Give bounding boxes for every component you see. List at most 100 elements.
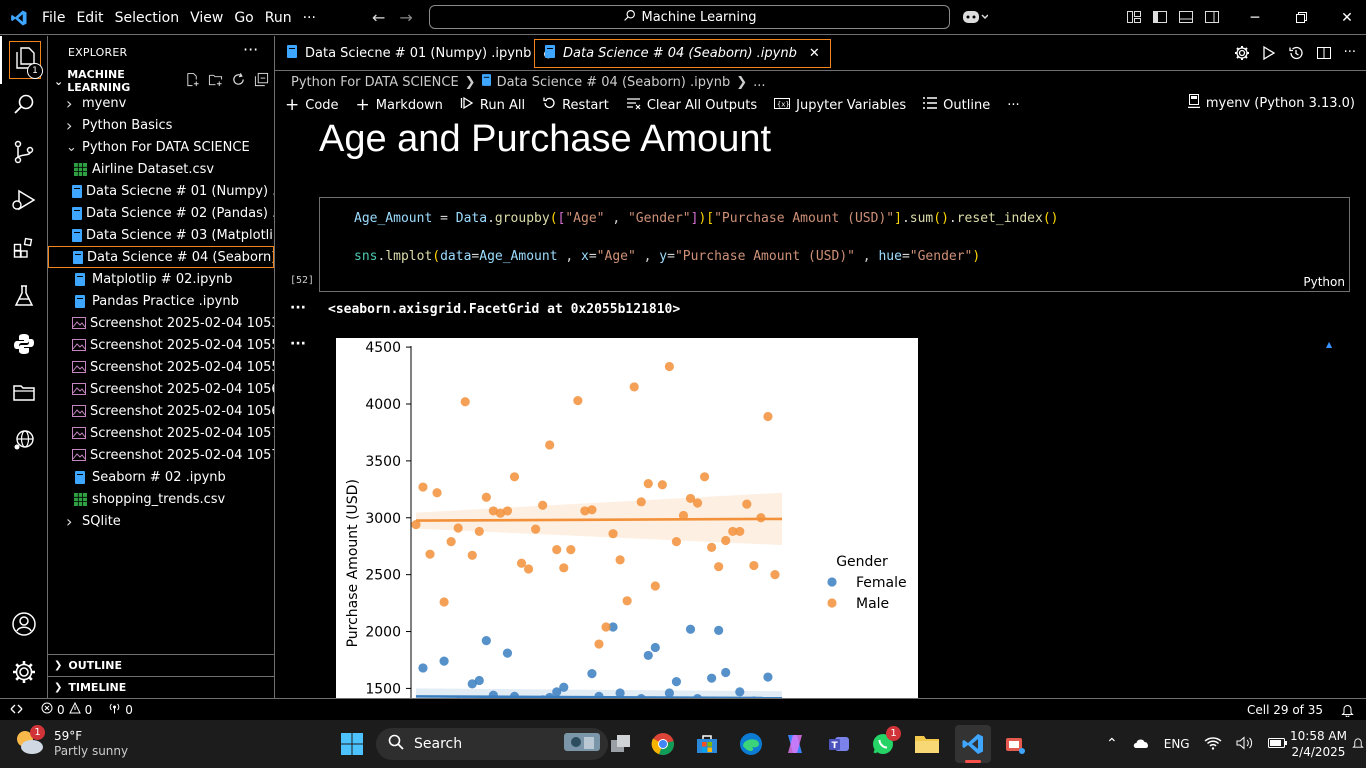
start-button[interactable] <box>336 728 368 760</box>
ports-indicator[interactable]: 0 <box>108 702 133 717</box>
output-actions-icon[interactable]: ··· <box>290 336 306 352</box>
vscode-taskbar-icon[interactable] <box>955 725 991 763</box>
back-arrow-icon[interactable]: ← <box>372 8 385 27</box>
menu-file[interactable]: File <box>42 10 76 26</box>
tree-folder[interactable]: › SQlite <box>48 510 274 532</box>
live-share-view-button[interactable] <box>0 418 48 466</box>
menu-edit[interactable]: Edit <box>76 10 114 26</box>
wifi-icon[interactable] <box>1204 736 1222 753</box>
whatsapp-icon[interactable]: 1 <box>867 726 901 760</box>
notebook-settings-gear-icon[interactable] <box>1234 45 1250 65</box>
search-view-button[interactable] <box>0 82 48 130</box>
cell-language[interactable]: Python <box>1303 275 1345 289</box>
tab-seaborn-notebook[interactable]: Data Science # 04 (Seaborn) .ipynb ✕ <box>534 39 831 68</box>
microsoft-store-icon[interactable] <box>691 728 723 760</box>
toggle-primary-sidebar-icon[interactable] <box>1152 9 1168 29</box>
forward-arrow-icon[interactable]: → <box>399 8 412 27</box>
tree-file[interactable]: Matplotlip # 02.ipynb <box>48 268 274 290</box>
edge-icon[interactable] <box>735 728 767 760</box>
restore-button[interactable] <box>1278 0 1324 35</box>
python-view-button[interactable] <box>0 322 48 370</box>
tree-file[interactable]: Screenshot 2025-02-04 10561... <box>48 378 274 400</box>
menu-selection[interactable]: Selection <box>115 10 191 26</box>
notifications-bell-icon[interactable] <box>1341 703 1354 717</box>
tree-file[interactable]: Seaborn # 02 .ipynb <box>48 466 274 488</box>
chrome-icon[interactable] <box>647 728 679 760</box>
outline-button[interactable]: Outline <box>923 97 990 113</box>
add-markdown-cell-button[interactable]: + Markdown <box>356 95 443 115</box>
weather-widget[interactable]: 1 59°F Partly sunny <box>12 725 128 761</box>
snipping-tool-icon[interactable] <box>999 728 1031 760</box>
clear-all-outputs-button[interactable]: Clear All Outputs <box>626 97 757 114</box>
file-explorer-icon[interactable] <box>911 728 943 760</box>
battery-icon[interactable] <box>1267 737 1288 752</box>
close-tab-icon[interactable]: ✕ <box>809 46 820 61</box>
run-debug-view-button[interactable] <box>0 178 48 226</box>
manage-button[interactable] <box>0 650 48 698</box>
menu-go[interactable]: Go <box>234 10 264 26</box>
customize-layout-icon[interactable] <box>1126 9 1142 29</box>
toggle-panel-icon[interactable] <box>1178 9 1194 29</box>
extensions-view-button[interactable] <box>0 226 48 274</box>
tree-file[interactable]: Data Sciecne # 01 (Numpy) .ip... <box>48 180 274 202</box>
volume-icon[interactable] <box>1236 735 1254 753</box>
jupyter-variables-button[interactable]: {x} Jupyter Variables <box>774 97 906 114</box>
command-center-search[interactable]: Machine Learning <box>429 5 950 29</box>
tree-file[interactable]: Screenshot 2025-02-04 10555... <box>48 356 274 378</box>
tree-file[interactable]: Data Science # 02 (Pandas) .ip... <box>48 202 274 224</box>
toolbar-more-button[interactable]: ··· <box>1007 98 1019 113</box>
toggle-secondary-sidebar-icon[interactable] <box>1204 9 1220 29</box>
remote-indicator-icon[interactable] <box>10 703 23 716</box>
tree-folder[interactable]: › myenv <box>48 92 274 114</box>
more-actions-icon[interactable]: ··· <box>1344 45 1356 65</box>
cell-position[interactable]: Cell 29 of 35 <box>1247 703 1323 717</box>
system-clock[interactable]: 10:58 AM 2/4/2025 <box>1290 728 1347 760</box>
output-actions-icon[interactable]: ··· <box>290 300 306 316</box>
breadcrumb-more[interactable]: ... <box>753 75 765 90</box>
menu-more[interactable]: ··· <box>303 10 327 26</box>
testing-view-button[interactable] <box>0 274 48 322</box>
outline-section-header[interactable]: ❯ OUTLINE <box>48 654 274 676</box>
minimize-button[interactable]: ─ <box>1232 0 1278 35</box>
tree-file[interactable]: Data Science # 03 (Matplotlib... <box>48 224 274 246</box>
restart-button[interactable]: Restart <box>542 96 609 114</box>
close-window-button[interactable]: ✕ <box>1324 0 1366 35</box>
source-control-view-button[interactable] <box>0 130 48 178</box>
refresh-icon[interactable] <box>231 72 246 90</box>
copilot-app-icon[interactable] <box>779 728 811 760</box>
tree-file[interactable]: Screenshot 2025-02-04 10553... <box>48 334 274 356</box>
tree-file[interactable]: Screenshot 2025-02-04 10565... <box>48 400 274 422</box>
tree-file[interactable]: Screenshot 2025-02-04 10531... <box>48 312 274 334</box>
problems-indicator[interactable]: 0 0 <box>41 701 92 717</box>
breadcrumb-file[interactable]: Data Science # 04 (Seaborn) .ipynb <box>497 75 731 90</box>
timeline-section-header[interactable]: ❯ TIMELINE <box>48 676 274 698</box>
tree-folder[interactable]: ⌄ Python For DATA SCIENCE <box>48 136 274 158</box>
explorer-view-button[interactable]: 1 <box>0 36 48 84</box>
split-editor-icon[interactable] <box>1316 45 1332 65</box>
menu-run[interactable]: Run <box>265 10 303 26</box>
tree-file[interactable]: Screenshot 2025-02-04 10572... <box>48 422 274 444</box>
input-language[interactable]: ENG <box>1164 737 1190 751</box>
copilot-icon[interactable] <box>962 8 989 30</box>
accounts-button[interactable] <box>0 602 48 650</box>
new-file-icon[interactable] <box>185 72 200 90</box>
collapse-output-icon[interactable]: ▲ <box>1326 340 1332 349</box>
code-cell[interactable]: Age_Amount = Data.groupby(["Age" , "Gend… <box>319 197 1350 292</box>
taskbar-search[interactable]: Search <box>376 728 608 760</box>
run-icon[interactable] <box>1262 45 1276 65</box>
breadcrumb-folder[interactable]: Python For DATA SCIENCE <box>291 75 459 90</box>
workspace-header[interactable]: ⌄ MACHINE LEARNING <box>48 68 275 94</box>
menu-view[interactable]: View <box>190 10 234 26</box>
chevron-up-icon[interactable]: ⌃ <box>1106 736 1118 752</box>
tree-folder[interactable]: › Python Basics <box>48 114 274 136</box>
new-folder-icon[interactable] <box>208 72 223 90</box>
tree-file[interactable]: Airline Dataset.csv <box>48 158 274 180</box>
kernel-picker[interactable]: myenv (Python 3.13.0) <box>1187 94 1355 112</box>
notification-center-bell-icon[interactable] <box>1352 736 1364 754</box>
tree-file[interactable]: Screenshot 2025-02-04 10574... <box>48 444 274 466</box>
history-icon[interactable] <box>1288 45 1304 65</box>
add-code-cell-button[interactable]: + Code <box>285 95 339 115</box>
tab-numpy-notebook[interactable]: Data Sciecne # 01 (Numpy) .ipynb ● <box>277 36 563 71</box>
teams-icon[interactable]: T <box>823 728 855 760</box>
tree-file[interactable]: Data Science # 04 (Seaborn) .i... <box>48 246 274 268</box>
